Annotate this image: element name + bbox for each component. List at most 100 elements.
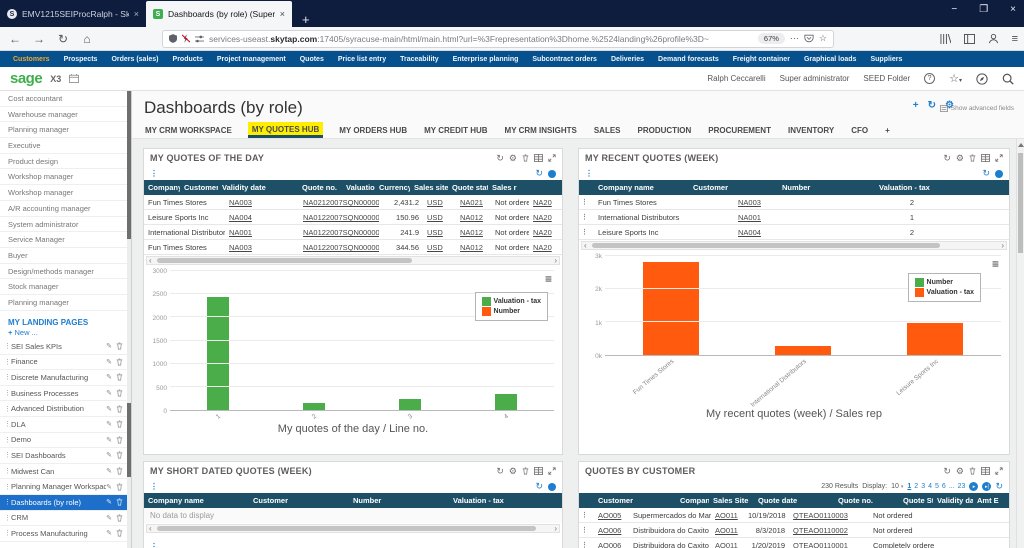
row-menu-icon[interactable]: ⋮ — [579, 523, 594, 537]
scroll-up-icon[interactable] — [1017, 143, 1024, 147]
module-nav-item[interactable]: Suppliers — [863, 56, 909, 63]
cell-site-link[interactable]: AO011 — [711, 523, 744, 537]
sidebar-role-item[interactable]: Service Manager — [0, 232, 131, 248]
next-page-icon[interactable]: ▸ — [969, 482, 979, 491]
module-nav-item[interactable]: Products — [166, 56, 210, 63]
drag-handle-icon[interactable]: ⋮ — [4, 467, 11, 475]
back-icon[interactable]: ← — [6, 32, 24, 46]
edit-icon[interactable]: ✎ — [106, 389, 112, 397]
trash-icon[interactable] — [969, 467, 976, 475]
cell-rep-link[interactable]: NA20 — [529, 195, 562, 209]
edit-icon[interactable]: ✎ — [106, 483, 112, 491]
dashboard-tab[interactable]: CFO — [850, 123, 869, 138]
module-nav-item[interactable]: Subcontract orders — [525, 56, 604, 63]
dashboard-tab[interactable]: MY CREDIT HUB — [423, 123, 488, 138]
account-icon[interactable] — [988, 33, 999, 44]
column-header[interactable]: Customer — [180, 180, 218, 195]
cell-site-link[interactable]: AO011 — [711, 538, 744, 548]
column-header[interactable]: Quote Status — [899, 493, 933, 508]
column-header[interactable]: Company Name — [676, 493, 709, 508]
module-nav-item[interactable]: Deliveries — [604, 56, 651, 63]
table-view-icon[interactable] — [534, 154, 543, 162]
drag-handle-icon[interactable]: ⋮ — [4, 498, 11, 506]
module-nav-item[interactable]: Demand forecasts — [651, 56, 726, 63]
scrollbar-thumb[interactable] — [1018, 153, 1023, 253]
row-menu-icon[interactable]: ⋮ — [579, 508, 594, 522]
scroll-left-icon[interactable]: ‹ — [584, 241, 587, 250]
edit-icon[interactable]: ✎ — [106, 405, 112, 413]
table-view-icon[interactable] — [534, 467, 543, 475]
column-header[interactable]: Company name — [144, 493, 249, 508]
dashboard-tab[interactable]: MY CRM WORKSPACE — [144, 123, 233, 138]
last-page-icon[interactable]: ▸| — [982, 482, 992, 491]
page-number[interactable]: 2 — [914, 483, 918, 490]
table-row[interactable]: Fun Times Stores NA003 NA0212007SQN00000… — [144, 195, 562, 210]
column-header[interactable]: Currency — [375, 180, 410, 195]
drag-handle-icon[interactable]: ⋮ — [4, 529, 11, 537]
landing-page-item[interactable]: ⋮ Dashboards (by role) ✎ — [0, 494, 131, 511]
folder-name[interactable]: SEED Folder — [863, 74, 910, 83]
add-widget-icon[interactable]: + — [913, 100, 919, 111]
library-icon[interactable] — [940, 33, 951, 44]
edit-icon[interactable]: ✎ — [106, 373, 112, 381]
cell-customer-link[interactable]: NA004 — [225, 210, 261, 224]
drag-handle-icon[interactable]: ⋮ — [4, 405, 11, 413]
table-row[interactable]: ⋮ AO006 Distribuidora do Caxito AO011 8/… — [579, 523, 1009, 538]
row-menu-icon[interactable]: ⋮ — [579, 538, 594, 548]
edit-icon[interactable]: ✎ — [106, 467, 112, 475]
delete-icon[interactable] — [116, 529, 123, 537]
column-header[interactable]: Sales site — [410, 180, 448, 195]
sidebar-role-item[interactable]: A/R accounting manager — [0, 201, 131, 217]
cell-currency-link[interactable]: USD — [423, 225, 456, 239]
table-view-icon[interactable] — [981, 467, 990, 475]
trash-icon[interactable] — [969, 154, 976, 162]
module-nav-item[interactable]: Orders (sales) — [104, 56, 165, 63]
edit-icon[interactable]: ✎ — [106, 420, 112, 428]
page-number[interactable]: 4 — [928, 483, 932, 490]
favorites-star-icon[interactable]: ☆▾ — [949, 72, 962, 85]
module-nav-item[interactable]: Enterprise planning — [446, 56, 526, 63]
delete-icon[interactable] — [116, 436, 123, 444]
widget-menu-icon[interactable]: ⋮ — [585, 169, 593, 178]
cell-customer-link[interactable]: AO006 — [594, 523, 629, 537]
gear-icon[interactable]: ⚙ — [956, 466, 964, 477]
delete-icon[interactable] — [116, 389, 123, 397]
horizontal-scrollbar[interactable]: ‹ › — [581, 241, 1007, 250]
window-restore-icon[interactable]: ❐ — [979, 4, 988, 15]
cell-currency-link[interactable]: USD — [423, 210, 456, 224]
column-header[interactable]: Quote no. — [834, 493, 899, 508]
table-row[interactable]: International Distributors NA001 NA01220… — [144, 225, 562, 240]
page-number[interactable]: 5 — [935, 483, 939, 490]
expand-icon[interactable] — [995, 154, 1003, 162]
column-header[interactable]: Company name — [594, 180, 689, 195]
cell-quote-link[interactable]: NA0212007SQN00000001 — [299, 195, 379, 209]
drag-handle-icon[interactable]: ⋮ — [4, 514, 11, 522]
column-header[interactable]: Sales Site — [709, 493, 754, 508]
edit-icon[interactable]: ✎ — [106, 498, 112, 506]
browser-tab-dashboards[interactable]: S Dashboards (by role) (Super ad × — [146, 1, 292, 27]
expand-icon[interactable] — [548, 154, 556, 162]
refresh-data-icon[interactable]: ↻ — [982, 168, 990, 179]
page-number[interactable]: ... — [949, 483, 955, 490]
edit-icon[interactable]: ✎ — [106, 436, 112, 444]
cell-quote-link[interactable]: NA0122007SQN00000001 — [299, 240, 379, 254]
sidebar-role-item[interactable]: Workshop manager — [0, 185, 131, 201]
cell-customer-link[interactable]: NA003 — [734, 195, 829, 209]
delete-icon[interactable] — [116, 451, 123, 459]
edit-icon[interactable]: ✎ — [106, 514, 112, 522]
browser-tab-skytap[interactable]: S EMV1215SEIProcRalph - Skytap × — [0, 1, 146, 27]
refresh-data-icon[interactable]: ↻ — [535, 168, 543, 179]
window-close-icon[interactable]: × — [1010, 4, 1016, 15]
module-nav-item[interactable]: Quotes — [293, 56, 331, 63]
bookmark-star-icon[interactable]: ☆ — [819, 33, 827, 44]
edit-icon[interactable]: ✎ — [106, 451, 112, 459]
sidebar-role-item[interactable]: Executive — [0, 138, 131, 154]
dashboard-tab[interactable]: + — [884, 123, 891, 138]
gear-icon[interactable]: ⚙ — [956, 153, 964, 164]
flash-blocked-icon[interactable] — [182, 34, 190, 43]
cell-quote-link[interactable]: QTEAO0110002 — [789, 523, 869, 537]
cell-site-link[interactable]: NA021 — [456, 195, 491, 209]
cell-site-link[interactable]: NA012 — [456, 225, 491, 239]
trash-icon[interactable] — [522, 154, 529, 162]
landing-page-item[interactable]: ⋮ DLA ✎ — [0, 417, 131, 433]
